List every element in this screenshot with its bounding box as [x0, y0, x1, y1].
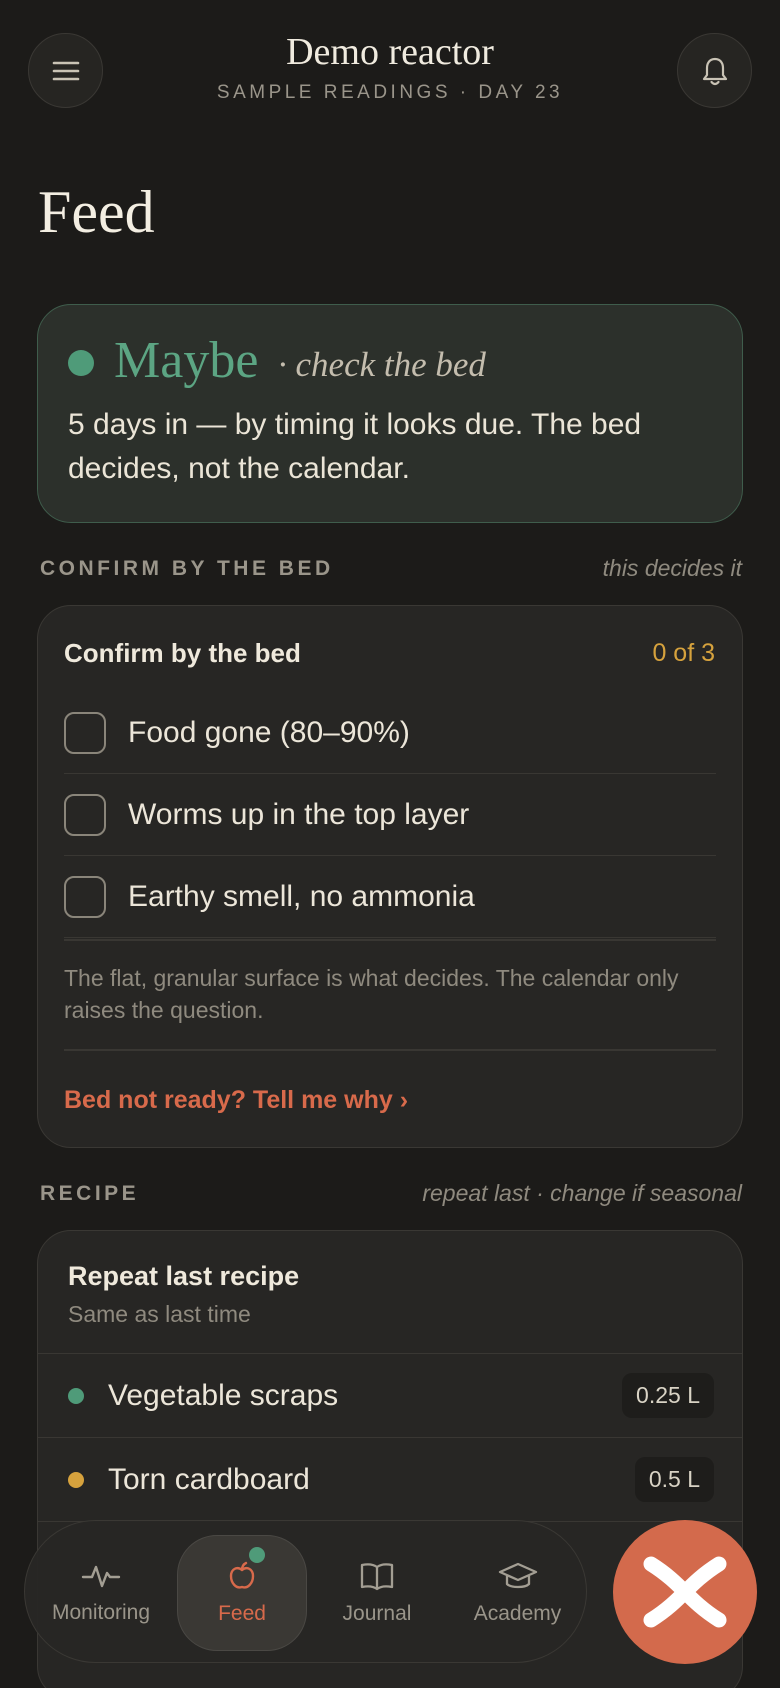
nav-item-monitoring[interactable]: Monitoring	[25, 1521, 177, 1664]
nav-item-label: Journal	[342, 1601, 412, 1625]
bottom-navigation: Monitoring Feed Journal Academy	[24, 1520, 587, 1663]
book-icon	[360, 1562, 394, 1590]
status-hint: · check the bed	[278, 345, 486, 384]
notifications-button[interactable]	[677, 33, 752, 108]
bed-not-ready-link[interactable]: Bed not ready? Tell me why ›	[64, 1086, 408, 1115]
status-dot	[68, 350, 94, 376]
check-item-label: Earthy smell, no ammonia	[128, 879, 475, 913]
close-icon	[643, 1556, 727, 1628]
notification-badge	[249, 1547, 265, 1563]
graduation-cap-icon	[498, 1562, 537, 1588]
nav-item-feed[interactable]: Feed	[177, 1521, 307, 1664]
feed-status-card: Maybe · check the bed 5 days in — by tim…	[37, 304, 743, 523]
check-item-label: Food gone (80–90%)	[128, 715, 410, 749]
check-item-food-gone[interactable]: Food gone (80–90%)	[64, 692, 716, 774]
nav-item-label: Academy	[473, 1601, 562, 1625]
status-word: Maybe	[114, 332, 259, 389]
recipe-card-subtitle: Same as last time	[68, 1301, 251, 1327]
nav-item-journal[interactable]: Journal	[307, 1521, 447, 1664]
check-item-earthy-smell[interactable]: Earthy smell, no ammonia	[64, 856, 716, 938]
ingredient-row-torn-cardboard[interactable]: Torn cardboard 0.5 L	[38, 1437, 742, 1521]
checkbox[interactable]	[64, 711, 106, 754]
ingredient-quantity[interactable]: 0.5 L	[634, 1457, 714, 1502]
divider	[64, 939, 716, 941]
ingredient-quantity[interactable]: 0.25 L	[622, 1373, 714, 1418]
recipe-card-title: Repeat last recipe	[68, 1261, 300, 1291]
app-title: Demo reactor	[286, 31, 494, 73]
fab-button[interactable]	[613, 1520, 757, 1664]
apple-icon	[229, 1561, 255, 1589]
recipe-section-note: repeat last · change if seasonal	[422, 1180, 742, 1206]
confirm-footnote: The flat, granular surface is what decid…	[64, 965, 679, 1023]
checkbox[interactable]	[64, 875, 106, 918]
check-item-worms-up[interactable]: Worms up in the top layer	[64, 774, 716, 856]
confirm-section-label: CONFIRM BY THE BED	[40, 557, 334, 580]
divider	[64, 1049, 716, 1051]
recipe-section-label: RECIPE	[40, 1182, 140, 1205]
page-title: Feed	[38, 179, 155, 245]
ingredient-dot	[68, 1471, 84, 1488]
confirm-card-title: Confirm by the bed	[64, 638, 301, 668]
nav-item-label: Monitoring	[51, 1600, 151, 1624]
status-description: 5 days in — by timing it looks due. The …	[68, 408, 642, 485]
confirm-section-note: this decides it	[602, 555, 742, 581]
ingredient-name: Vegetable scraps	[108, 1378, 339, 1412]
confirm-card: Confirm by the bed 0 of 3 Food gone (80–…	[37, 605, 743, 1148]
app-subtitle: SAMPLE READINGS · DAY 23	[216, 82, 564, 103]
ingredient-name: Torn cardboard	[108, 1462, 310, 1496]
bell-icon	[702, 57, 727, 85]
nav-item-label: Feed	[218, 1601, 266, 1625]
ingredient-dot	[68, 1387, 84, 1404]
nav-item-academy[interactable]: Academy	[447, 1521, 588, 1664]
ingredient-row-vegetable-scraps[interactable]: Vegetable scraps 0.25 L	[38, 1353, 742, 1437]
pulse-icon	[81, 1565, 121, 1587]
confirm-count: 0 of 3	[652, 639, 715, 667]
checkbox[interactable]	[64, 793, 106, 836]
check-item-label: Worms up in the top layer	[128, 797, 470, 831]
